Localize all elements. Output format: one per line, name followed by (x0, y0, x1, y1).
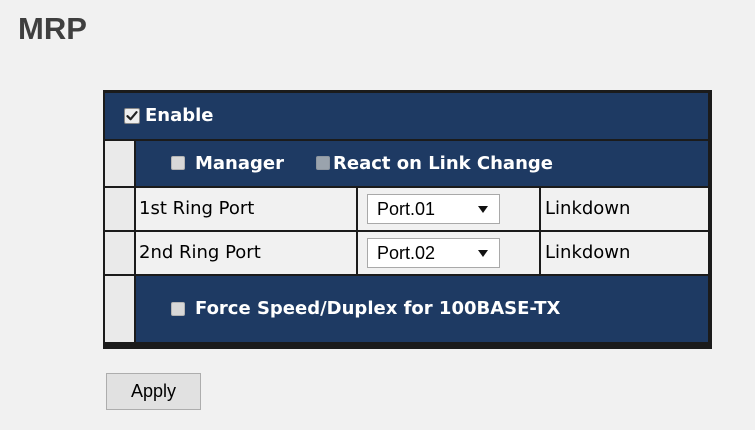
ring-port-2-status: Linkdown (545, 242, 631, 263)
enable-label: Enable (145, 105, 214, 126)
page-title: MRP (18, 11, 87, 46)
enable-row: Enable (105, 93, 708, 139)
ring-port-2-value: Port.02 (377, 243, 436, 263)
ring-port-1-select[interactable]: Port.01 (367, 194, 500, 224)
force-speed-label: Force Speed/Duplex for 100BASE-TX (195, 298, 561, 319)
ring-port-1-status: Linkdown (545, 198, 631, 219)
ring-port-2-select[interactable]: Port.02 (367, 238, 500, 268)
react-on-link-change-label: React on Link Change (333, 153, 553, 174)
indent-cell (105, 188, 134, 230)
apply-button[interactable]: Apply (106, 373, 201, 410)
manager-label: Manager (195, 153, 284, 174)
ring-port-1-select-cell: Port.01 (358, 188, 539, 230)
ring-port-2-label: 2nd Ring Port (139, 242, 261, 263)
enable-checkbox[interactable] (124, 108, 140, 124)
indent-cell (105, 276, 134, 342)
react-on-link-change-checkbox (316, 156, 330, 170)
checkmark-icon (126, 111, 138, 121)
ring-port-2-select-cell: Port.02 (358, 232, 539, 274)
ring-port-1-label: 1st Ring Port (139, 198, 255, 219)
manager-row: Manager React on Link Change (136, 141, 708, 186)
manager-checkbox[interactable] (171, 156, 185, 170)
indent-cell (105, 232, 134, 274)
ring-port-1-status-cell: Linkdown (541, 188, 708, 230)
mrp-settings-table: Enable Manager React on Link Change 1st … (103, 90, 712, 349)
ring-port-2-status-cell: Linkdown (541, 232, 708, 274)
force-speed-checkbox[interactable] (171, 302, 185, 316)
ring-port-2-label-cell: 2nd Ring Port (136, 232, 356, 274)
chevron-down-icon (478, 206, 488, 213)
force-speed-row: Force Speed/Duplex for 100BASE-TX (136, 276, 708, 342)
ring-port-1-label-cell: 1st Ring Port (136, 188, 356, 230)
chevron-down-icon (478, 250, 488, 257)
ring-port-1-value: Port.01 (377, 199, 436, 219)
indent-cell (105, 141, 134, 186)
